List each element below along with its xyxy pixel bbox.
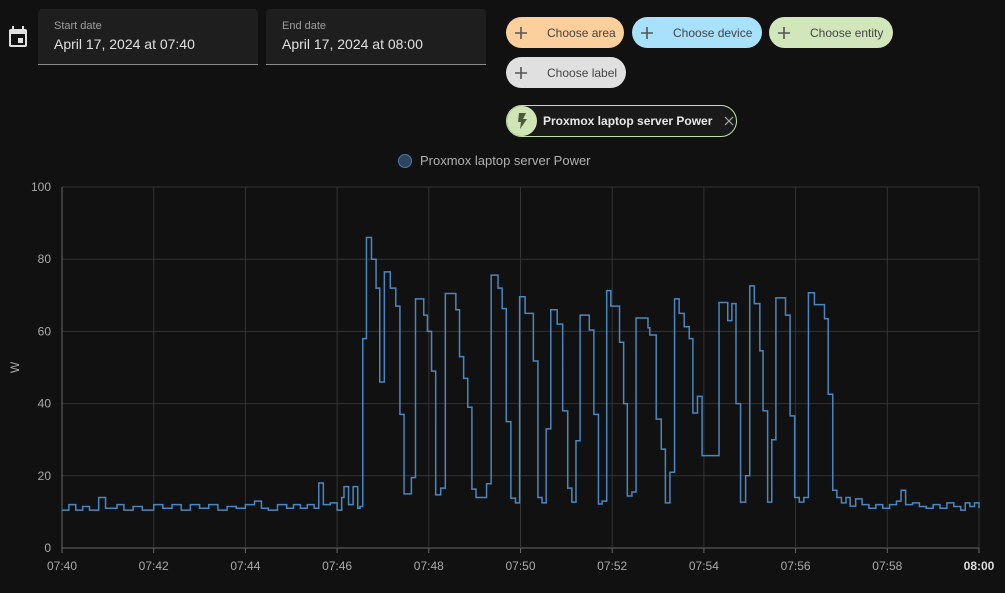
end-date-field[interactable]: End date April 17, 2024 at 08:00 [266,9,486,65]
legend-label: Proxmox laptop server Power [420,153,591,168]
selected-entity-chip[interactable]: Proxmox laptop server Power [506,105,737,137]
y-tick-label: 60 [38,324,52,338]
x-tick-label: 07:56 [781,559,811,573]
choose-area-button[interactable]: Choose area [506,17,624,48]
start-date-field[interactable]: Start date April 17, 2024 at 07:40 [38,9,258,65]
plus-icon [515,66,527,79]
y-tick-label: 20 [38,469,52,483]
plus-icon [515,26,527,39]
plus-icon [641,26,653,39]
legend-color-swatch [398,153,412,168]
plus-icon [778,26,790,39]
y-axis-label: W [8,361,22,373]
choose-label-button[interactable]: Choose label [506,57,626,88]
power-history-chart[interactable]: 0 20 40 60 80 100 07:40 07:42 07:44 07:46 07:48 07:… [0,170,1005,593]
y-tick-label: 40 [38,397,52,411]
x-tick-label: 08:00 [964,559,995,573]
end-date-label: End date [282,20,327,32]
y-tick-label: 100 [31,180,51,194]
choose-device-label: Choose device [673,25,753,40]
y-tick-label: 80 [38,252,52,266]
x-tick-label: 07:54 [689,559,719,573]
calendar-icon[interactable] [8,26,28,48]
x-tick-label: 07:44 [230,559,260,573]
selected-entity-name: Proxmox laptop server Power [543,114,713,128]
x-tick-label: 07:58 [872,559,902,573]
start-date-label: Start date [54,20,102,32]
choose-area-label: Choose area [547,25,616,40]
remove-entity-close-icon[interactable] [724,116,734,126]
flash-icon [507,106,537,136]
chart-legend-item[interactable]: Proxmox laptop server Power [398,153,591,168]
start-date-value: April 17, 2024 at 07:40 [54,36,195,52]
choose-label-label: Choose label [547,65,618,80]
x-tick-label: 07:40 [47,559,77,573]
x-tick-label: 07:46 [322,559,352,573]
choose-entity-button[interactable]: Choose entity [769,17,893,48]
y-tick-label: 0 [44,541,51,555]
x-tick-label: 07:52 [597,559,627,573]
choose-entity-label: Choose entity [810,25,884,40]
choose-device-button[interactable]: Choose device [632,17,762,48]
x-tick-label: 07:50 [505,559,535,573]
end-date-value: April 17, 2024 at 08:00 [282,36,423,52]
x-tick-label: 07:48 [414,559,444,573]
x-tick-label: 07:42 [139,559,169,573]
